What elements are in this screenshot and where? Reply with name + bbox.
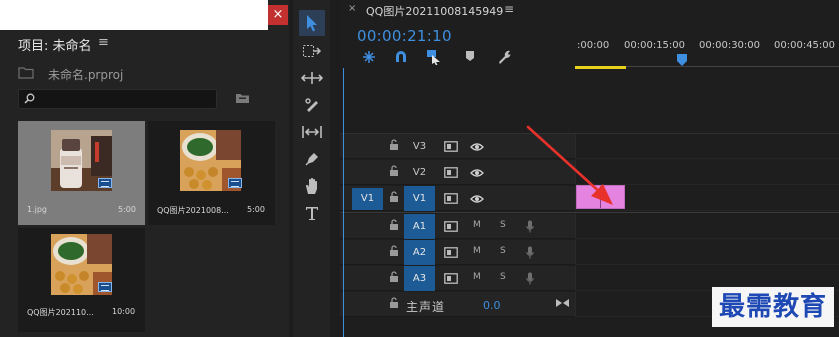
project-menu-button[interactable]: ≡ [98, 35, 109, 50]
track-select-icon[interactable] [299, 38, 325, 64]
media-item-name: 1.jpg [27, 205, 48, 214]
lock-icon[interactable] [389, 219, 399, 234]
media-item-duration: 5:00 [247, 205, 265, 214]
media-item[interactable]: QQ图片202110... 10:00 [18, 228, 145, 332]
sequence-tab[interactable]: QQ图片20211008145949 [366, 3, 503, 19]
lock-icon[interactable] [389, 191, 399, 206]
slip-icon[interactable] [299, 119, 325, 145]
project-file-name: 未命名.prproj [48, 68, 124, 82]
solo-button[interactable]: S [500, 220, 506, 230]
project-panel: × 项目: 未命名 ≡ 未命名.prproj 1.jpg 5:00 QQ图片20… [0, 0, 289, 337]
mute-button[interactable]: M [473, 246, 481, 256]
annotation-arrow-icon [525, 124, 617, 211]
close-button[interactable]: × [268, 5, 288, 25]
mute-button[interactable]: M [473, 272, 481, 282]
track-target[interactable]: V1 [404, 186, 435, 211]
selection-tool-icon[interactable] [299, 10, 325, 36]
media-item-duration: 10:00 [112, 307, 136, 316]
eye-icon[interactable] [470, 194, 484, 207]
time-ruler[interactable]: :00:00 00:00:15:00 00:00:30:00 00:00:45:… [575, 35, 839, 69]
ripple-edit-icon[interactable] [299, 65, 325, 91]
sequence-menu-button[interactable]: ≡ [504, 2, 514, 16]
ruler-tick: 00:00:30:00 [699, 40, 761, 51]
still-image-badge-icon [228, 178, 242, 188]
solo-button[interactable]: S [500, 272, 506, 282]
playhead-icon[interactable] [676, 53, 688, 70]
add-marker-icon[interactable] [464, 49, 482, 67]
sync-lock-icon[interactable] [444, 193, 458, 207]
mute-button[interactable]: M [473, 220, 481, 230]
track-target[interactable]: A3 [404, 266, 435, 291]
track-target[interactable]: A1 [404, 214, 435, 239]
linked-selection-icon[interactable] [426, 49, 444, 67]
sync-lock-icon[interactable] [444, 247, 458, 261]
master-track-label: 主声道 [406, 300, 446, 314]
new-bin-icon[interactable] [235, 92, 250, 107]
ruler-tick: 00:00:45:00 [774, 40, 836, 51]
audio-track-a1: A1 M S [340, 214, 839, 240]
pen-icon[interactable] [299, 146, 325, 172]
work-area-bar[interactable] [575, 66, 626, 69]
master-volume-value[interactable]: 0.0 [483, 299, 501, 312]
search-input[interactable] [18, 89, 217, 109]
track-target[interactable]: V3 [404, 134, 435, 159]
watermark: 最需教育 [712, 287, 834, 327]
track-header [340, 292, 575, 317]
eye-icon[interactable] [470, 168, 484, 181]
timecode-display[interactable]: 00:00:21:10 [357, 27, 452, 45]
audio-track-a2: A2 M S [340, 240, 839, 266]
source-patch[interactable]: V1 [352, 188, 383, 210]
lock-icon[interactable] [389, 271, 399, 286]
sync-lock-icon[interactable] [444, 141, 458, 155]
playhead-line [343, 68, 344, 337]
nest-icon[interactable] [361, 49, 379, 67]
project-title: 项目: 未命名 [18, 39, 92, 54]
sync-lock-icon[interactable] [444, 167, 458, 181]
track-divider [340, 212, 839, 213]
still-image-badge-icon [98, 282, 112, 292]
sync-lock-icon[interactable] [444, 221, 458, 235]
wrench-icon[interactable] [497, 49, 515, 67]
ruler-tick: :00:00 [577, 40, 610, 51]
type-icon[interactable] [299, 200, 325, 226]
track-lane[interactable] [575, 240, 839, 265]
snap-magnet-icon[interactable] [393, 49, 411, 67]
still-image-badge-icon [98, 178, 112, 188]
eye-icon[interactable] [470, 142, 484, 155]
microphone-icon[interactable] [526, 246, 534, 262]
panel-tab-bar [0, 0, 268, 30]
hand-icon[interactable] [299, 173, 325, 199]
lock-icon[interactable] [389, 165, 399, 180]
lock-icon[interactable] [389, 297, 399, 312]
media-grid: 1.jpg 5:00 QQ图片2021008... 5:00 QQ图片20211… [18, 121, 275, 337]
media-item-duration: 5:00 [118, 205, 136, 214]
tools-panel [293, 0, 330, 337]
media-item[interactable]: 1.jpg 5:00 [18, 121, 145, 225]
microphone-icon[interactable] [526, 272, 534, 288]
razor-icon[interactable] [299, 92, 325, 118]
go-to-in-out-icon[interactable] [556, 298, 569, 311]
microphone-icon[interactable] [526, 220, 534, 236]
track-lane[interactable] [575, 214, 839, 239]
folder-icon [18, 66, 34, 82]
lock-icon[interactable] [389, 139, 399, 154]
sync-lock-icon[interactable] [444, 273, 458, 287]
track-target[interactable]: V2 [404, 160, 435, 185]
lock-icon[interactable] [389, 245, 399, 260]
solo-button[interactable]: S [500, 246, 506, 256]
ruler-tick: 00:00:15:00 [624, 40, 686, 51]
search-icon [24, 93, 35, 107]
track-target[interactable]: A2 [404, 240, 435, 265]
media-item-name: QQ图片2021008... [157, 206, 229, 215]
close-sequence-button[interactable]: × [348, 3, 356, 14]
media-item[interactable]: QQ图片2021008... 5:00 [148, 121, 275, 225]
media-item-name: QQ图片202110... [27, 308, 94, 317]
